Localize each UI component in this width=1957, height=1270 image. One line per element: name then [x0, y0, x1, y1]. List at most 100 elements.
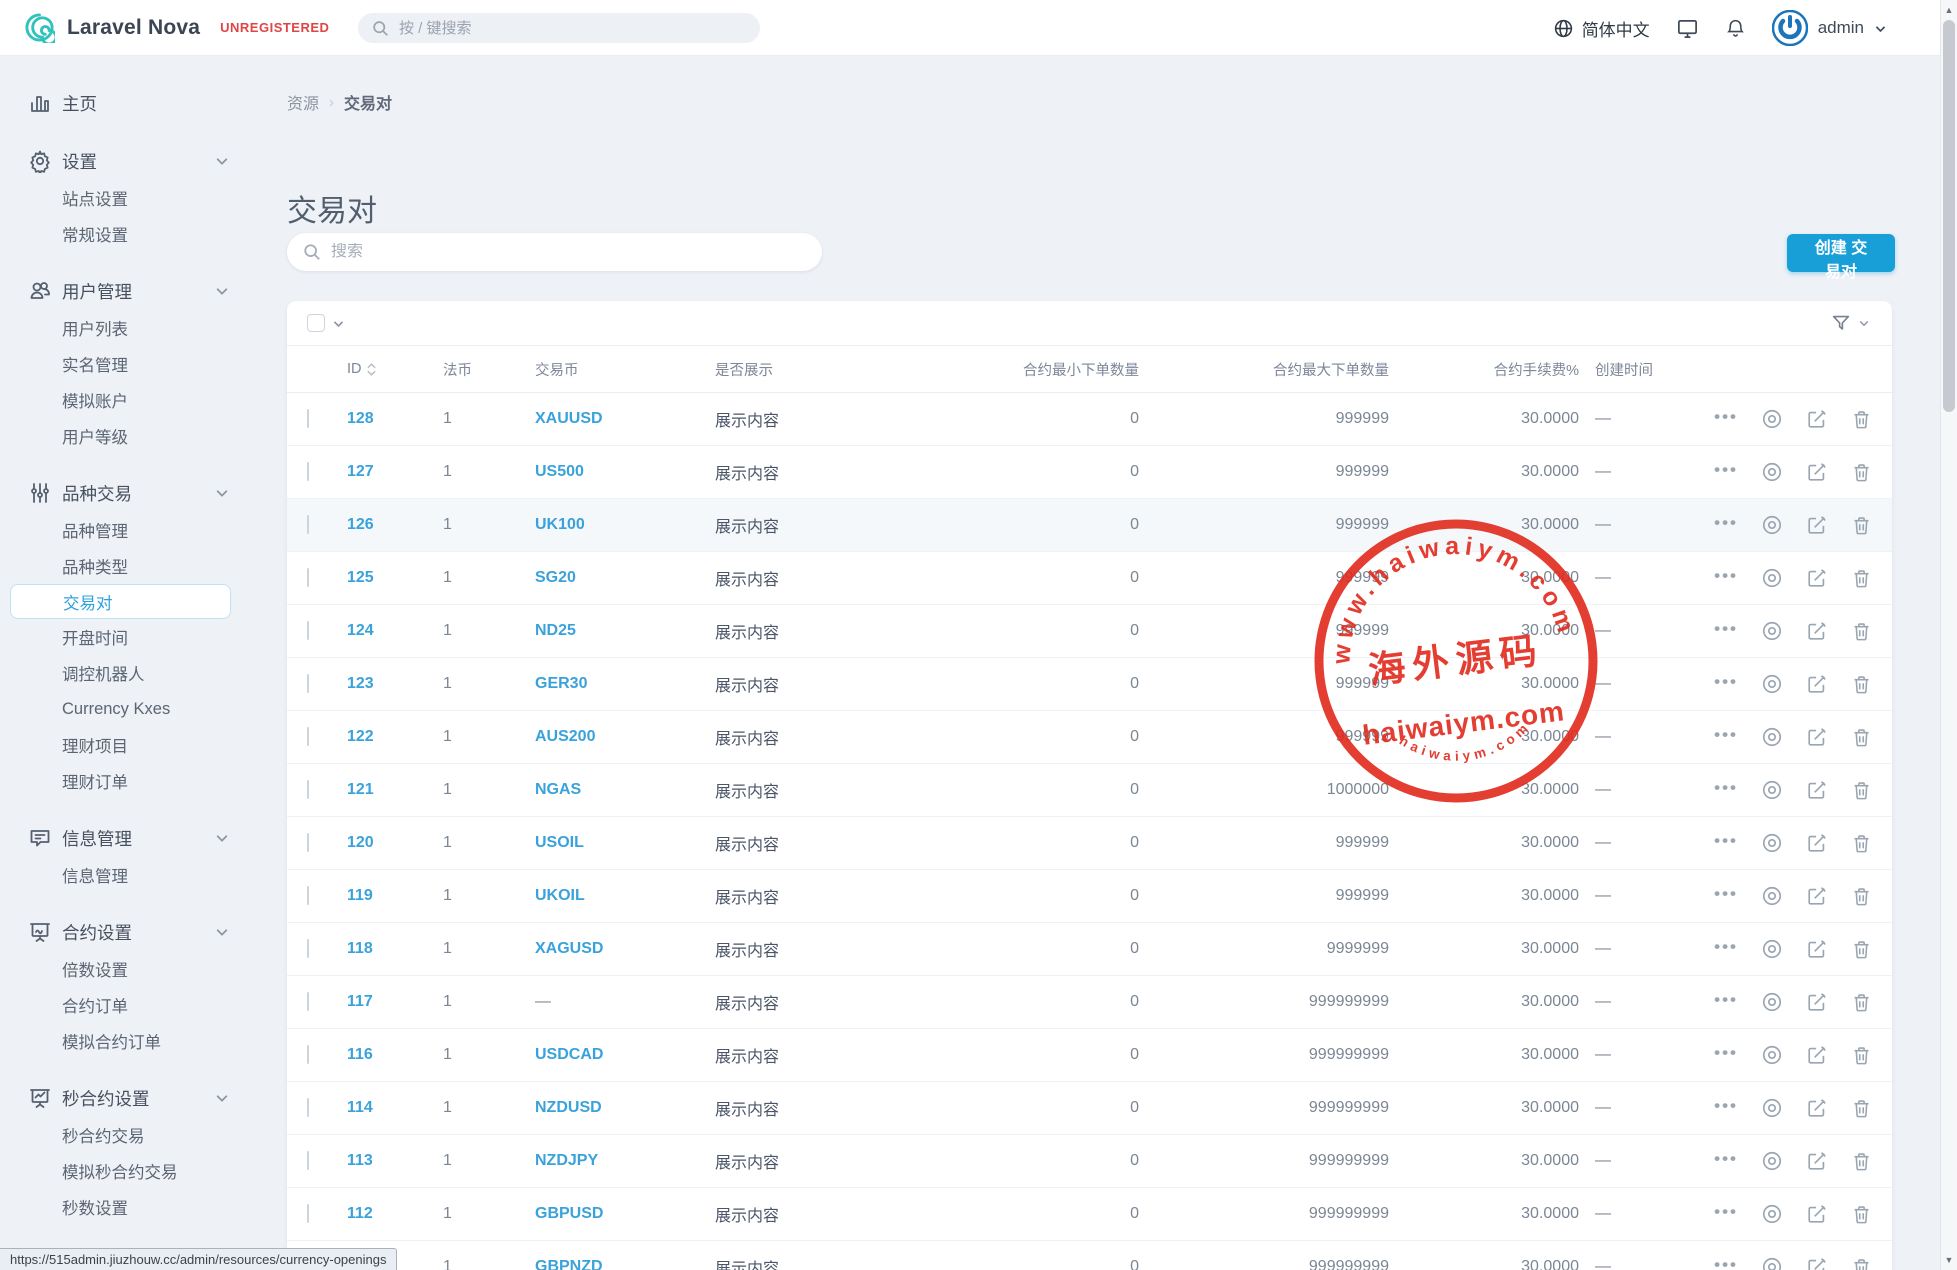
- row-more-actions-button[interactable]: •••: [1714, 1097, 1738, 1120]
- filter-dropdown[interactable]: [1830, 312, 1870, 334]
- sidebar-section-品种交易[interactable]: 品种交易: [0, 474, 275, 512]
- row-id-link[interactable]: 124: [347, 622, 374, 639]
- row-id-link[interactable]: 114: [347, 1099, 373, 1116]
- row-coin-link[interactable]: NGAS: [535, 781, 581, 798]
- row-checkbox[interactable]: [307, 674, 309, 693]
- sidebar-item-信息管理[interactable]: 信息管理: [0, 857, 275, 893]
- scroll-down-arrow[interactable]: ▼: [1941, 1252, 1957, 1268]
- row-coin-link[interactable]: US500: [535, 463, 584, 480]
- row-coin-link[interactable]: GBPNZD: [535, 1258, 603, 1270]
- row-coin-link[interactable]: NZDJPY: [535, 1152, 598, 1169]
- user-menu[interactable]: admin: [1772, 10, 1887, 46]
- view-icon[interactable]: [1761, 1256, 1783, 1270]
- table-row[interactable]: 124 1 ND25 展示内容 0 999999 30.0000 — •••: [287, 605, 1892, 658]
- sidebar-item-模拟秒合约交易[interactable]: 模拟秒合约交易: [0, 1153, 275, 1189]
- select-all-checkbox[interactable]: [307, 314, 325, 332]
- view-icon[interactable]: [1761, 620, 1783, 642]
- sidebar-item-品种管理[interactable]: 品种管理: [0, 512, 275, 548]
- row-more-actions-button[interactable]: •••: [1714, 1150, 1738, 1173]
- row-coin-link[interactable]: XAUUSD: [535, 410, 603, 427]
- table-row[interactable]: 112 1 GBPUSD 展示内容 0 999999999 30.0000 — …: [287, 1188, 1892, 1241]
- row-coin-link[interactable]: GBPUSD: [535, 1205, 603, 1222]
- row-more-actions-button[interactable]: •••: [1714, 726, 1738, 749]
- breadcrumb-root[interactable]: 资源: [287, 90, 319, 114]
- sidebar-item-品种类型[interactable]: 品种类型: [0, 548, 275, 584]
- table-row[interactable]: 123 1 GER30 展示内容 0 999999 30.0000 — •••: [287, 658, 1892, 711]
- row-id-link[interactable]: 122: [347, 728, 374, 745]
- view-icon[interactable]: [1761, 726, 1783, 748]
- row-more-actions-button[interactable]: •••: [1714, 461, 1738, 484]
- row-checkbox[interactable]: [307, 1098, 309, 1117]
- view-icon[interactable]: [1761, 1044, 1783, 1066]
- edit-icon[interactable]: [1806, 832, 1828, 854]
- row-more-actions-button[interactable]: •••: [1714, 1256, 1738, 1270]
- scrollbar-thumb[interactable]: [1943, 20, 1955, 412]
- table-row[interactable]: 121 1 NGAS 展示内容 0 1000000 30.0000 — •••: [287, 764, 1892, 817]
- view-icon[interactable]: [1761, 514, 1783, 536]
- row-id-link[interactable]: 118: [347, 940, 373, 957]
- sidebar-item-理财项目[interactable]: 理财项目: [0, 727, 275, 763]
- table-row[interactable]: 118 1 XAGUSD 展示内容 0 9999999 30.0000 — ••…: [287, 923, 1892, 976]
- row-coin-link[interactable]: UKOIL: [535, 887, 585, 904]
- delete-icon[interactable]: [1851, 1257, 1872, 1270]
- row-checkbox[interactable]: [307, 568, 309, 587]
- view-icon[interactable]: [1761, 567, 1783, 589]
- column-header-ID[interactable]: ID: [331, 361, 427, 377]
- delete-icon[interactable]: [1851, 780, 1872, 801]
- edit-icon[interactable]: [1806, 938, 1828, 960]
- row-id-link[interactable]: 120: [347, 834, 374, 851]
- row-checkbox[interactable]: [307, 833, 309, 852]
- table-row[interactable]: 128 1 XAUUSD 展示内容 0 999999 30.0000 — •••: [287, 393, 1892, 446]
- row-more-actions-button[interactable]: •••: [1714, 832, 1738, 855]
- delete-icon[interactable]: [1851, 1098, 1872, 1119]
- sidebar-item-Currency Kxes[interactable]: Currency Kxes: [0, 691, 275, 727]
- row-id-link[interactable]: 119: [347, 887, 373, 904]
- row-id-link[interactable]: 116: [347, 1046, 373, 1063]
- delete-icon[interactable]: [1851, 1204, 1872, 1225]
- row-coin-link[interactable]: UK100: [535, 516, 585, 533]
- table-row[interactable]: 127 1 US500 展示内容 0 999999 30.0000 — •••: [287, 446, 1892, 499]
- view-icon[interactable]: [1761, 991, 1783, 1013]
- row-more-actions-button[interactable]: •••: [1714, 408, 1738, 431]
- row-coin-link[interactable]: GER30: [535, 675, 587, 692]
- table-row[interactable]: 122 1 AUS200 展示内容 0 999999 30.0000 — •••: [287, 711, 1892, 764]
- delete-icon[interactable]: [1851, 727, 1872, 748]
- locale-switcher[interactable]: 简体中文: [1553, 16, 1650, 41]
- delete-icon[interactable]: [1851, 621, 1872, 642]
- sidebar-item-用户列表[interactable]: 用户列表: [0, 310, 275, 346]
- edit-icon[interactable]: [1806, 461, 1828, 483]
- row-id-link[interactable]: 128: [347, 410, 374, 427]
- sidebar-item-秒数设置[interactable]: 秒数设置: [0, 1189, 275, 1225]
- sidebar-item-交易对[interactable]: 交易对: [10, 584, 231, 619]
- table-row[interactable]: 117 1 — 展示内容 0 999999999 30.0000 — •••: [287, 976, 1892, 1029]
- sidebar-item-常规设置[interactable]: 常规设置: [0, 216, 275, 252]
- edit-icon[interactable]: [1806, 408, 1828, 430]
- view-icon[interactable]: [1761, 1203, 1783, 1225]
- row-checkbox[interactable]: [307, 780, 309, 799]
- row-more-actions-button[interactable]: •••: [1714, 885, 1738, 908]
- table-row[interactable]: 116 1 USDCAD 展示内容 0 999999999 30.0000 — …: [287, 1029, 1892, 1082]
- view-icon[interactable]: [1761, 1097, 1783, 1119]
- edit-icon[interactable]: [1806, 779, 1828, 801]
- sidebar-item-理财订单[interactable]: 理财订单: [0, 763, 275, 799]
- sidebar-section-主页[interactable]: 主页: [0, 84, 275, 122]
- row-checkbox[interactable]: [307, 727, 309, 746]
- view-icon[interactable]: [1761, 1150, 1783, 1172]
- delete-icon[interactable]: [1851, 462, 1872, 483]
- edit-icon[interactable]: [1806, 1044, 1828, 1066]
- row-checkbox[interactable]: [307, 1151, 309, 1170]
- delete-icon[interactable]: [1851, 992, 1872, 1013]
- delete-icon[interactable]: [1851, 1151, 1872, 1172]
- row-coin-link[interactable]: ND25: [535, 622, 576, 639]
- sidebar-item-合约订单[interactable]: 合约订单: [0, 987, 275, 1023]
- row-checkbox[interactable]: [307, 621, 309, 640]
- row-more-actions-button[interactable]: •••: [1714, 620, 1738, 643]
- view-icon[interactable]: [1761, 408, 1783, 430]
- row-id-link[interactable]: 113: [347, 1152, 373, 1169]
- view-icon[interactable]: [1761, 673, 1783, 695]
- row-checkbox[interactable]: [307, 886, 309, 905]
- view-icon[interactable]: [1761, 938, 1783, 960]
- row-more-actions-button[interactable]: •••: [1714, 779, 1738, 802]
- global-search[interactable]: [358, 13, 760, 43]
- scroll-up-arrow[interactable]: ▲: [1941, 2, 1957, 18]
